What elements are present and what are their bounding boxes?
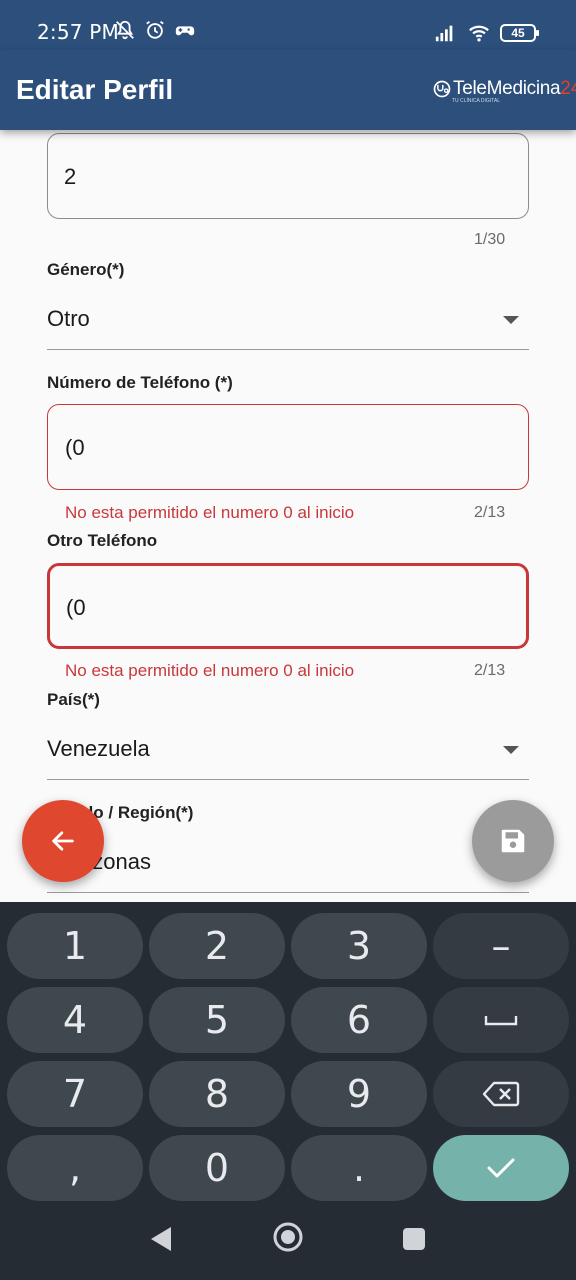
gender-value: Otro [47, 306, 90, 331]
gender-dropdown[interactable]: Otro [47, 290, 529, 350]
key-3[interactable]: 3 [291, 913, 427, 979]
key-enter[interactable] [433, 1135, 569, 1201]
gender-label: Género(*) [47, 260, 125, 279]
stethoscope-icon [433, 80, 451, 98]
status-icons-left [114, 19, 196, 41]
signal-icon [435, 25, 453, 42]
key-7[interactable]: 7 [7, 1061, 143, 1127]
battery-icon: 45 [500, 24, 539, 42]
other-phone-counter: 2/13 [474, 662, 506, 679]
dropdown-arrow-icon [503, 316, 519, 324]
status-icons-right: 45 [432, 22, 539, 44]
key-backspace[interactable] [433, 1061, 569, 1127]
status-time: 2:57 PM [37, 20, 119, 44]
key-1[interactable]: 1 [7, 913, 143, 979]
key-8[interactable]: 8 [149, 1061, 285, 1127]
key-period[interactable]: . [291, 1135, 427, 1201]
phone-counter: 2/13 [474, 504, 506, 521]
text-field-top-counter: 1/30 [474, 231, 506, 248]
logo-number: 24 [560, 78, 576, 99]
profile-form: 2 1/30 Género(*) Otro Número de Teléfono… [0, 130, 576, 902]
mute-icon [116, 20, 134, 40]
status-bar: 2:57 PM 45 [0, 0, 576, 50]
key-6[interactable]: 6 [291, 987, 427, 1053]
text-field-top-value: 2 [64, 164, 77, 189]
phone-value: (0 [65, 435, 85, 460]
app-bar: Editar Perfil TeleMedicina 24 TU CLÍNICA… [0, 50, 576, 130]
system-nav-bar [0, 1208, 576, 1280]
back-button[interactable] [22, 800, 104, 882]
phone-field[interactable]: (0 [47, 404, 529, 490]
key-9[interactable]: 9 [291, 1061, 427, 1127]
key-0[interactable]: 0 [149, 1135, 285, 1201]
space-icon [484, 1016, 518, 1026]
text-field-top[interactable]: 2 [47, 133, 529, 219]
country-label: País(*) [47, 690, 100, 709]
wifi-icon [469, 25, 489, 42]
telemedicina-logo: TeleMedicina 24 TU CLÍNICA DIGITAL [432, 78, 576, 104]
nav-home-icon[interactable] [272, 1221, 304, 1253]
alarm-icon [146, 20, 164, 39]
other-phone-value: (0 [66, 595, 86, 620]
key-comma[interactable]: , [7, 1135, 143, 1201]
game-controller-icon [175, 26, 195, 36]
other-phone-error: No esta permitido el numero 0 al inicio [65, 661, 355, 680]
country-value: Venezuela [47, 736, 150, 761]
save-button[interactable] [472, 800, 554, 882]
other-phone-field[interactable]: (0 [47, 563, 529, 649]
state-dropdown[interactable]: Amazonas [47, 833, 529, 893]
check-icon [487, 1158, 515, 1178]
nav-back-icon[interactable] [148, 1224, 174, 1254]
arrow-left-icon [52, 831, 74, 851]
floppy-disk-icon [501, 829, 525, 853]
key-dash[interactable]: – [433, 913, 569, 979]
key-space[interactable] [433, 987, 569, 1053]
country-dropdown[interactable]: Venezuela [47, 720, 529, 780]
key-5[interactable]: 5 [149, 987, 285, 1053]
backspace-icon [482, 1081, 520, 1107]
phone-error: No esta permitido el numero 0 al inicio [65, 503, 355, 522]
other-phone-label: Otro Teléfono [47, 531, 158, 550]
logo-subtitle: TU CLÍNICA DIGITAL [452, 98, 500, 104]
dropdown-arrow-icon [503, 746, 519, 754]
nav-recents-icon[interactable] [402, 1227, 426, 1251]
page-title: Editar Perfil [16, 74, 174, 105]
logo-text: TeleMedicina [453, 78, 561, 99]
key-2[interactable]: 2 [149, 913, 285, 979]
numeric-keyboard: 1 2 3 – 4 5 6 7 8 9 , 0 . [0, 902, 576, 1280]
key-4[interactable]: 4 [7, 987, 143, 1053]
phone-label: Número de Teléfono (*) [47, 373, 233, 392]
